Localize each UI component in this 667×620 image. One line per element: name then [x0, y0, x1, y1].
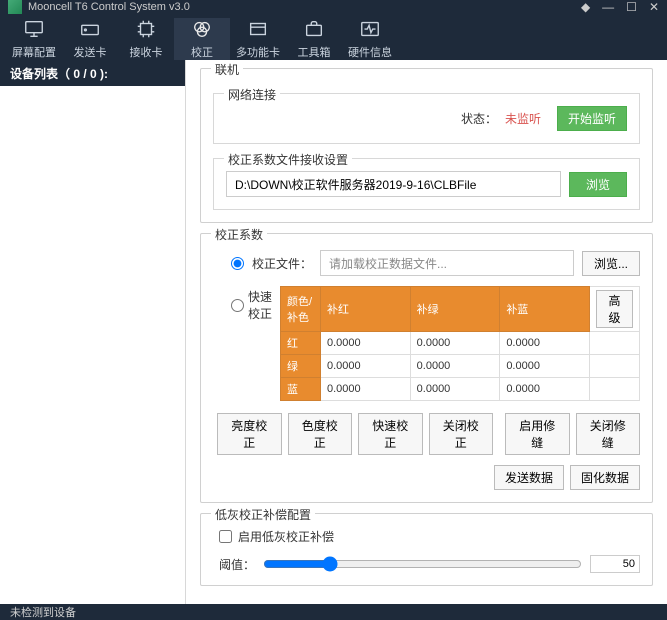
coeff-title: 校正系数 [211, 226, 267, 243]
tool-hardware-info[interactable]: 硬件信息 [342, 18, 398, 60]
app-logo-icon [8, 0, 22, 14]
tool-multifunction-card[interactable]: 多功能卡 [230, 18, 286, 60]
table-row: 红 0.0000 0.0000 0.0000 [281, 332, 640, 355]
statusbar-text: 未检测到设备 [10, 604, 76, 620]
monitor-icon [23, 18, 45, 40]
solidify-data-button[interactable]: 固化数据 [570, 465, 640, 490]
threshold-value-input[interactable] [590, 555, 640, 573]
file-mode-radio[interactable] [231, 257, 244, 270]
coeff-group: 校正系数 校正文件： 请加载校正数据文件... 浏览... 快速校正 [200, 233, 653, 503]
drive-icon [79, 18, 101, 40]
quick-cal-button[interactable]: 快速校正 [358, 413, 423, 455]
enable-seam-button[interactable]: 启用修缝 [505, 413, 570, 455]
main-panel: 联机 网络连接 状态： 未监听 开始监听 校正系数文件接收设置 浏览 [186, 60, 667, 604]
tool-label: 接收卡 [130, 44, 163, 60]
start-listen-button[interactable]: 开始监听 [557, 106, 627, 131]
overlap-circles-icon [191, 18, 213, 40]
lowgray-group: 低灰校正补偿配置 启用低灰校正补偿 阈值： [200, 513, 653, 586]
tool-label: 多功能卡 [236, 44, 280, 60]
network-subgroup: 网络连接 状态： 未监听 开始监听 [213, 93, 640, 144]
browse-cal-file-button[interactable]: 浏览... [582, 251, 640, 276]
clb-path-input[interactable] [226, 171, 561, 197]
maximize-icon[interactable]: ☐ [626, 0, 637, 14]
quick-mode-radio[interactable] [231, 299, 244, 312]
online-group-title: 联机 [211, 61, 243, 78]
tool-screen-config[interactable]: 屏幕配置 [6, 18, 62, 60]
close-icon[interactable]: ✕ [649, 0, 659, 14]
th-blue: 补蓝 [500, 287, 590, 332]
compensation-table: 颜色/补色 补红 补绿 补蓝 高级 红 0.0000 [280, 286, 640, 401]
lowgray-title: 低灰校正补偿配置 [211, 506, 315, 523]
chroma-cal-button[interactable]: 色度校正 [288, 413, 353, 455]
th-color: 颜色/补色 [281, 287, 321, 332]
close-seam-button[interactable]: 关闭修缝 [576, 413, 641, 455]
recv-settings-subgroup: 校正系数文件接收设置 浏览 [213, 158, 640, 210]
tool-calibration[interactable]: 校正 [174, 18, 230, 60]
table-row: 蓝 0.0000 0.0000 0.0000 [281, 378, 640, 401]
tool-label: 屏幕配置 [12, 44, 56, 60]
tool-label: 硬件信息 [348, 44, 392, 60]
enable-lowgray-checkbox[interactable] [219, 530, 232, 543]
enable-lowgray-label: 启用低灰校正补偿 [238, 528, 334, 545]
send-data-button[interactable]: 发送数据 [494, 465, 564, 490]
th-green: 补绿 [410, 287, 500, 332]
threshold-label: 阈值： [219, 556, 255, 573]
tool-label: 校正 [191, 44, 213, 60]
quick-radio-label: 快速校正 [248, 288, 280, 322]
tool-label: 发送卡 [74, 44, 107, 60]
app-title: Mooncell T6 Control System v3.0 [28, 1, 581, 13]
minimize-icon[interactable]: — [602, 0, 614, 14]
th-red: 补红 [321, 287, 411, 332]
recv-title: 校正系数文件接收设置 [224, 151, 352, 168]
device-list-header: 设备列表（ 0 / 0 ): [0, 60, 185, 86]
tool-toolbox[interactable]: 工具箱 [286, 18, 342, 60]
status-value: 未监听 [505, 110, 541, 127]
tool-sender-card[interactable]: 发送卡 [62, 18, 118, 60]
cal-file-field[interactable]: 请加载校正数据文件... [320, 250, 574, 276]
pulse-icon [359, 18, 381, 40]
advanced-button[interactable]: 高级 [596, 290, 633, 328]
online-group: 联机 网络连接 状态： 未监听 开始监听 校正系数文件接收设置 浏览 [200, 68, 653, 223]
briefcase-icon [303, 18, 325, 40]
chip-icon [135, 18, 157, 40]
toolbar: 屏幕配置 发送卡 接收卡 校正 多功能卡 工具箱 硬件信息 [0, 14, 667, 60]
close-cal-button[interactable]: 关闭校正 [429, 413, 494, 455]
file-radio-label: 校正文件： [252, 255, 312, 272]
statusbar: 未检测到设备 [0, 604, 667, 620]
card-icon [247, 18, 269, 40]
sidebar: 设备列表（ 0 / 0 ): [0, 60, 186, 604]
browse-clb-button[interactable]: 浏览 [569, 172, 627, 197]
titlebar: Mooncell T6 Control System v3.0 ◆ — ☐ ✕ [0, 0, 667, 14]
tool-label: 工具箱 [298, 44, 331, 60]
diamond-icon[interactable]: ◆ [581, 0, 590, 14]
brightness-cal-button[interactable]: 亮度校正 [217, 413, 282, 455]
status-label: 状态： [461, 110, 497, 127]
threshold-slider[interactable] [263, 556, 582, 572]
table-row: 绿 0.0000 0.0000 0.0000 [281, 355, 640, 378]
network-title: 网络连接 [224, 86, 280, 103]
tool-receiver-card[interactable]: 接收卡 [118, 18, 174, 60]
